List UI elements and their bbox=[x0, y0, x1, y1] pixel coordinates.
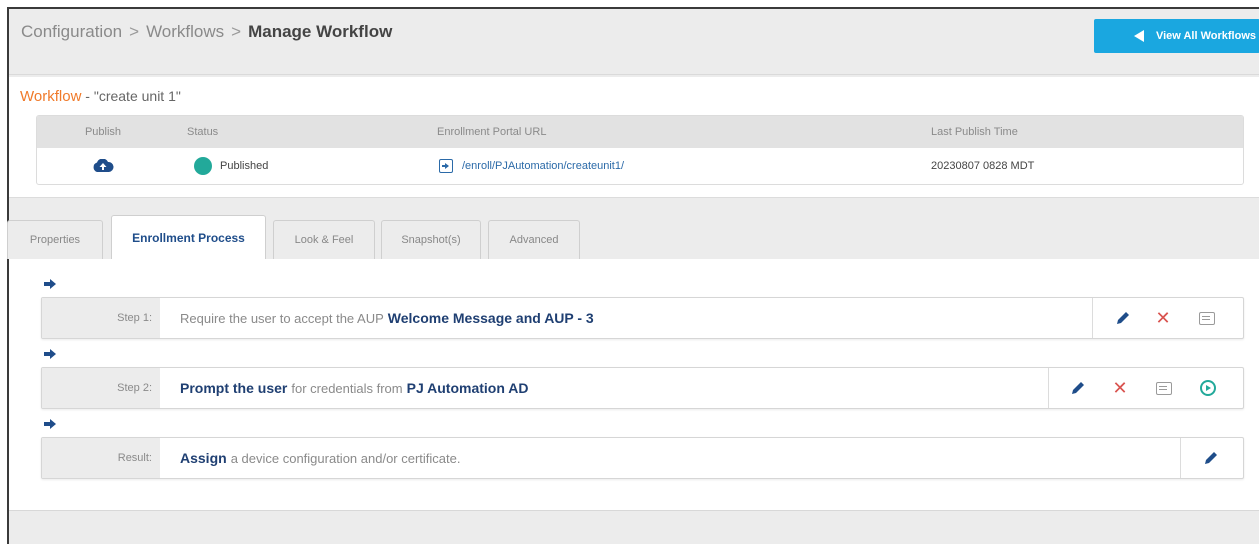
tab-enrollment-process[interactable]: Enrollment Process bbox=[111, 215, 266, 260]
enrollment-url-link[interactable]: /enroll/PJAutomation/createunit1/ bbox=[462, 160, 624, 172]
workflow-panel: Workflow - "create unit 1" Publish Statu… bbox=[9, 77, 1259, 198]
step-2-row: Step 2: Prompt the user for credentials f… bbox=[41, 367, 1244, 409]
publish-cell bbox=[37, 148, 169, 184]
message-step-button[interactable] bbox=[1195, 298, 1219, 338]
edit-step-button[interactable] bbox=[1111, 298, 1135, 338]
edit-step-button[interactable] bbox=[1066, 368, 1090, 408]
column-last-publish-time: Last Publish Time bbox=[931, 126, 1018, 138]
flow-arrow-icon bbox=[44, 349, 56, 359]
status-cell: Published bbox=[194, 148, 268, 184]
back-arrow-icon bbox=[1133, 30, 1144, 42]
assign-link[interactable]: Assign bbox=[180, 450, 227, 466]
pencil-icon bbox=[1117, 312, 1129, 324]
status-text: Published bbox=[220, 160, 269, 172]
workflow-name: - "create unit 1" bbox=[85, 88, 181, 104]
step-actions: ✕ bbox=[1092, 298, 1245, 338]
edit-result-button[interactable] bbox=[1199, 438, 1223, 478]
page-header: Configuration > Workflows > Manage Workflow … bbox=[9, 9, 1259, 75]
delete-icon: ✕ bbox=[1112, 377, 1128, 399]
tab-bar: Properties Enrollment Process Look & Fee… bbox=[7, 215, 1259, 260]
table-header: Publish Status Enrollment Portal URL Las… bbox=[37, 116, 1243, 148]
workflow-publish-table: Publish Status Enrollment Portal URL Las… bbox=[36, 115, 1244, 185]
step-actions bbox=[1180, 438, 1245, 478]
column-publish: Publish bbox=[84, 126, 122, 138]
breadcrumb-manage-workflow: Manage Workflow bbox=[248, 22, 393, 41]
step-text: for credentials from bbox=[291, 380, 403, 396]
url-cell[interactable]: /enroll/PJAutomation/createunit1/ bbox=[439, 148, 624, 184]
aup-link[interactable]: Welcome Message and AUP - 3 bbox=[388, 310, 594, 326]
step-actions: ✕ bbox=[1048, 368, 1245, 408]
delete-step-button[interactable]: ✕ bbox=[1108, 368, 1132, 408]
step-label: Step 1: bbox=[42, 298, 160, 338]
step-text: Require the user to accept the AUP bbox=[180, 310, 384, 326]
workflow-label: Workflow bbox=[20, 88, 82, 105]
delete-icon: ✕ bbox=[1155, 307, 1171, 329]
breadcrumb-separator: > bbox=[231, 22, 242, 41]
step-text: a device configuration and/or certificat… bbox=[230, 450, 461, 466]
view-all-workflows-label: View All Workflows bbox=[1155, 30, 1256, 42]
column-status: Status bbox=[187, 126, 219, 138]
flow-arrow-icon bbox=[44, 419, 56, 429]
breadcrumb: Configuration > Workflows > Manage Workflow bbox=[21, 22, 392, 42]
flow-arrow-icon bbox=[44, 279, 56, 289]
tab-look-and-feel[interactable]: Look & Feel bbox=[273, 220, 375, 259]
step-label: Result: bbox=[42, 438, 160, 478]
message-step-button[interactable] bbox=[1152, 368, 1176, 408]
step-description: Assign a device configuration and/or cert… bbox=[180, 438, 461, 478]
prompt-user-link[interactable]: Prompt the user bbox=[180, 380, 287, 396]
tab-properties[interactable]: Properties bbox=[7, 220, 103, 259]
message-icon bbox=[1156, 381, 1172, 395]
open-link-icon[interactable] bbox=[439, 159, 453, 173]
breadcrumb-configuration[interactable]: Configuration bbox=[21, 22, 122, 41]
play-icon bbox=[1200, 380, 1216, 396]
identity-source-link[interactable]: PJ Automation AD bbox=[407, 380, 529, 396]
last-publish-time-cell: 20230807 0828 MDT bbox=[931, 160, 1035, 172]
column-enrollment-url: Enrollment Portal URL bbox=[437, 126, 547, 138]
breadcrumb-separator: > bbox=[129, 22, 140, 41]
step-1-row: Step 1: Require the user to accept the A… bbox=[41, 297, 1244, 339]
tab-advanced[interactable]: Advanced bbox=[488, 220, 580, 259]
step-description: Prompt the user for credentials from PJ Au… bbox=[180, 368, 528, 408]
pencil-icon bbox=[1205, 452, 1217, 464]
main-frame: Configuration > Workflows > Manage Workflow … bbox=[7, 7, 1259, 544]
published-status-dot bbox=[194, 157, 212, 175]
result-row: Result: Assign a device configuration and… bbox=[41, 437, 1244, 479]
enrollment-process-panel: Step 1: Require the user to accept the A… bbox=[9, 259, 1259, 511]
step-label: Step 2: bbox=[42, 368, 160, 408]
breadcrumb-workflows[interactable]: Workflows bbox=[146, 22, 224, 41]
workflow-title: Workflow - "create unit 1" bbox=[20, 88, 181, 105]
step-description: Require the user to accept the AUP Welcom… bbox=[180, 298, 594, 338]
table-row: Published /enroll/PJAutomation/createuni… bbox=[37, 148, 1243, 184]
play-step-button[interactable] bbox=[1196, 368, 1220, 408]
tab-snapshots[interactable]: Snapshot(s) bbox=[381, 220, 481, 259]
delete-step-button[interactable]: ✕ bbox=[1151, 298, 1175, 338]
pencil-icon bbox=[1072, 382, 1084, 394]
cloud-upload-icon[interactable] bbox=[92, 159, 114, 173]
view-all-workflows-button[interactable]: View All Workflows bbox=[1094, 19, 1259, 53]
message-icon bbox=[1199, 311, 1215, 325]
